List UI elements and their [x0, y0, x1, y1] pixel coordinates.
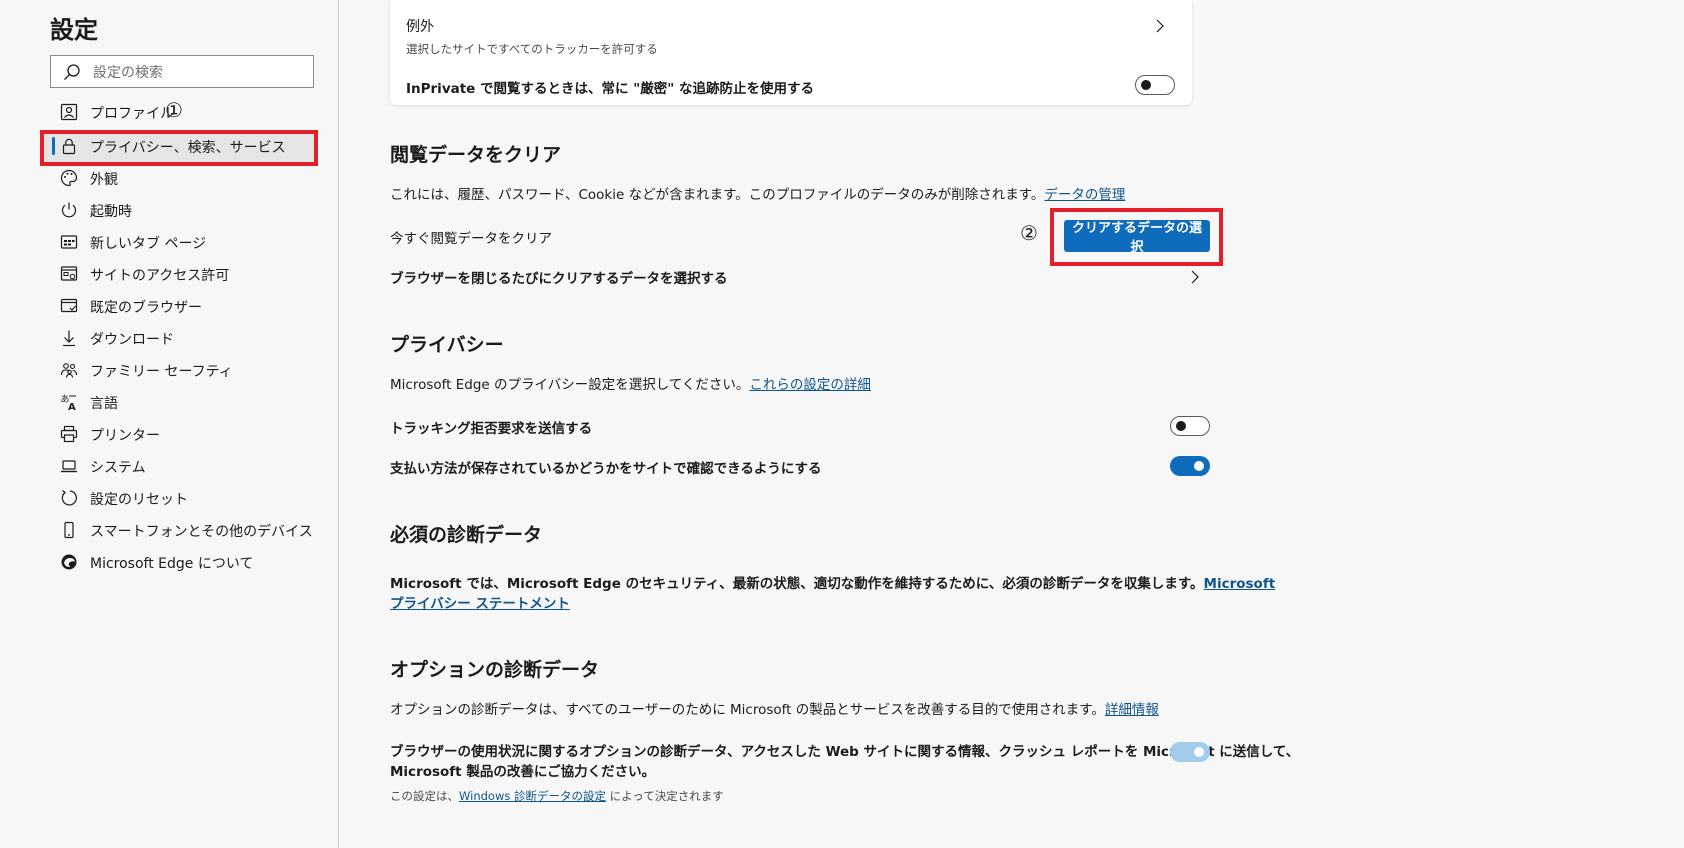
learn-more-link[interactable]: 詳細情報	[1105, 702, 1159, 718]
inprivate-strict-toggle[interactable]	[1135, 75, 1175, 95]
svg-text:A: A	[68, 402, 76, 411]
toggle-knob	[1141, 80, 1151, 90]
payment-methods-label: 支払い方法が保存されているかどうかをサイトで確認できるようにする	[390, 461, 822, 477]
sidebar-item-label: 起動時	[90, 204, 132, 220]
sidebar-item-label: プロファイル	[90, 106, 174, 122]
sidebar-item-default-browser[interactable]: 既定のブラウザー	[40, 290, 314, 322]
toggle-knob	[1176, 421, 1186, 431]
settings-search-box[interactable]	[50, 55, 314, 88]
palette-icon	[60, 169, 78, 187]
clear-on-close-label: ブラウザーを閉じるたびにクリアするデータを選択する	[390, 271, 728, 287]
optional-diagnostic-toggle	[1170, 742, 1210, 762]
sidebar-item-label: ダウンロード	[90, 332, 174, 348]
sidebar-item-label: サイトのアクセス許可	[90, 268, 230, 284]
toggle-knob	[1194, 461, 1204, 471]
default-browser-icon	[60, 298, 78, 313]
sidebar-item-downloads[interactable]: ダウンロード	[40, 322, 314, 354]
do-not-track-toggle[interactable]	[1170, 416, 1210, 436]
note-suffix: によって決定されます	[606, 789, 724, 803]
clear-browsing-data-title: 閲覧データをクリア	[390, 144, 562, 166]
sidebar-item-new-tab[interactable]: 新しいタブ ページ	[40, 226, 314, 258]
reset-icon	[61, 490, 77, 506]
exceptions-subtitle: 選択したサイトですべてのトラッカーを許可する	[406, 42, 658, 56]
sidebar-item-label: Microsoft Edge について	[90, 556, 254, 572]
sidebar-item-label: プリンター	[90, 428, 160, 444]
tracking-exceptions-card: 例外 選択したサイトですべてのトラッカーを許可する InPrivate で閲覧す…	[390, 0, 1192, 105]
sidebar-item-site-permissions[interactable]: サイトのアクセス許可	[40, 258, 314, 290]
windows-diagnostic-note: この設定は、Windows 診断データの設定 によって決定されます	[390, 788, 724, 804]
download-icon	[63, 330, 75, 347]
optional-diagnostic-title: オプションの診断データ	[390, 659, 600, 681]
payment-methods-toggle[interactable]	[1170, 456, 1210, 476]
clear-browsing-data-description: これには、履歴、パスワード、Cookie などが含まれます。このプロファイルのデ…	[390, 183, 1125, 203]
sidebar-item-label: プライバシー、検索、サービス	[90, 140, 286, 156]
sidebar-item-label: ファミリー セーフティ	[90, 364, 233, 380]
site-permissions-icon	[60, 266, 78, 281]
language-icon: あ A	[61, 394, 76, 411]
chevron-right-icon	[1156, 19, 1164, 33]
clear-on-close-row[interactable]: ブラウザーを閉じるたびにクリアするデータを選択する	[390, 262, 1204, 292]
sidebar-item-label: システム	[90, 460, 146, 476]
optional-diag-desc-text: オプションの診断データは、すべてのユーザーのために Microsoft の製品と…	[390, 702, 1105, 718]
edge-logo-icon	[61, 554, 77, 570]
optional-diagnostic-description: オプションの診断データは、すべてのユーザーのために Microsoft の製品と…	[390, 698, 1159, 718]
sidebar-item-label: スマートフォンとその他のデバイス	[90, 524, 313, 540]
sidebar-item-privacy[interactable]: プライバシー、検索、サービス	[40, 130, 314, 162]
toggle-knob	[1194, 747, 1204, 757]
windows-diagnostic-settings-link[interactable]: Windows 診断データの設定	[459, 789, 606, 803]
printer-icon	[60, 425, 78, 443]
required-diag-desc-text: Microsoft では、Microsoft Edge のセキュリティ、最新の状…	[390, 576, 1204, 592]
note-prefix: この設定は、	[390, 789, 459, 803]
required-diagnostic-description: Microsoft では、Microsoft Edge のセキュリティ、最新の状…	[390, 574, 1275, 614]
clear-now-label: 今すぐ閲覧データをクリア	[390, 231, 552, 247]
sidebar-item-printers[interactable]: プリンター	[40, 418, 314, 450]
microsoft-privacy-statement-link-part2[interactable]: プライバシー ステートメント	[390, 596, 570, 612]
choose-what-to-clear-button[interactable]: クリアするデータの選択	[1064, 220, 1210, 255]
exceptions-title: 例外	[406, 19, 434, 35]
sidebar-item-system[interactable]: システム	[40, 450, 314, 482]
sidebar-item-label: 新しいタブ ページ	[90, 236, 207, 252]
laptop-icon	[61, 460, 77, 473]
family-icon	[60, 363, 78, 378]
sidebar-item-label: 設定のリセット	[90, 492, 188, 508]
sidebar-item-label: 言語	[90, 396, 118, 412]
profile-icon	[60, 103, 78, 121]
power-icon	[61, 202, 77, 218]
microsoft-privacy-statement-link-part1[interactable]: Microsoft	[1204, 576, 1276, 592]
privacy-description: Microsoft Edge のプライバシー設定を選択してください。これらの設定…	[390, 373, 871, 393]
chevron-right-icon	[1191, 270, 1199, 284]
phone-icon	[64, 521, 74, 539]
sidebar-item-about-edge[interactable]: Microsoft Edge について	[40, 546, 314, 578]
optional-send-label-line2: Microsoft 製品の改善にご協力ください。	[390, 764, 656, 780]
required-diagnostic-title: 必須の診断データ	[390, 524, 543, 546]
annotation-marker-one: ①	[165, 98, 183, 122]
sidebar: 設定 プロファイル プライバシー、検索、サービス 外観	[0, 0, 339, 848]
new-tab-icon	[60, 235, 78, 249]
main-content: 例外 選択したサイトですべてのトラッカーを許可する InPrivate で閲覧す…	[340, 0, 1684, 848]
search-icon	[64, 64, 80, 80]
sidebar-item-family-safety[interactable]: ファミリー セーフティ	[40, 354, 314, 386]
manage-data-link[interactable]: データの管理	[1044, 187, 1125, 203]
clear-data-desc-text: これには、履歴、パスワード、Cookie などが含まれます。このプロファイルのデ…	[390, 187, 1045, 203]
inprivate-strict-label: InPrivate で閲覧するときは、常に "厳密" な追跡防止を使用する	[406, 81, 814, 97]
sidebar-item-label: 既定のブラウザー	[90, 300, 202, 316]
privacy-desc-text: Microsoft Edge のプライバシー設定を選択してください。	[390, 377, 750, 393]
privacy-section-title: プライバシー	[390, 334, 504, 356]
sidebar-item-reset[interactable]: 設定のリセット	[40, 482, 314, 514]
do-not-track-label: トラッキング拒否要求を送信する	[390, 421, 593, 437]
privacy-details-link[interactable]: これらの設定の詳細	[749, 377, 871, 393]
sidebar-item-appearance[interactable]: 外観	[40, 162, 314, 194]
settings-search-input[interactable]	[91, 58, 310, 87]
sidebar-item-label: 外観	[90, 172, 118, 188]
sidebar-item-startup[interactable]: 起動時	[40, 194, 314, 226]
lock-icon	[62, 138, 76, 155]
sidebar-title: 設定	[50, 16, 98, 44]
sidebar-item-phone-devices[interactable]: スマートフォンとその他のデバイス	[40, 514, 314, 546]
optional-diagnostic-send-label: ブラウザーの使用状況に関するオプションの診断データ、アクセスした Web サイト…	[390, 742, 1299, 782]
exceptions-row[interactable]: 例外 選択したサイトですべてのトラッカーを許可する	[390, 0, 1192, 60]
optional-send-label-line1: ブラウザーの使用状況に関するオプションの診断データ、アクセスした Web サイト…	[390, 744, 1300, 760]
annotation-marker-two: ②	[1020, 221, 1038, 245]
sidebar-item-languages[interactable]: あ A 言語	[40, 386, 314, 418]
